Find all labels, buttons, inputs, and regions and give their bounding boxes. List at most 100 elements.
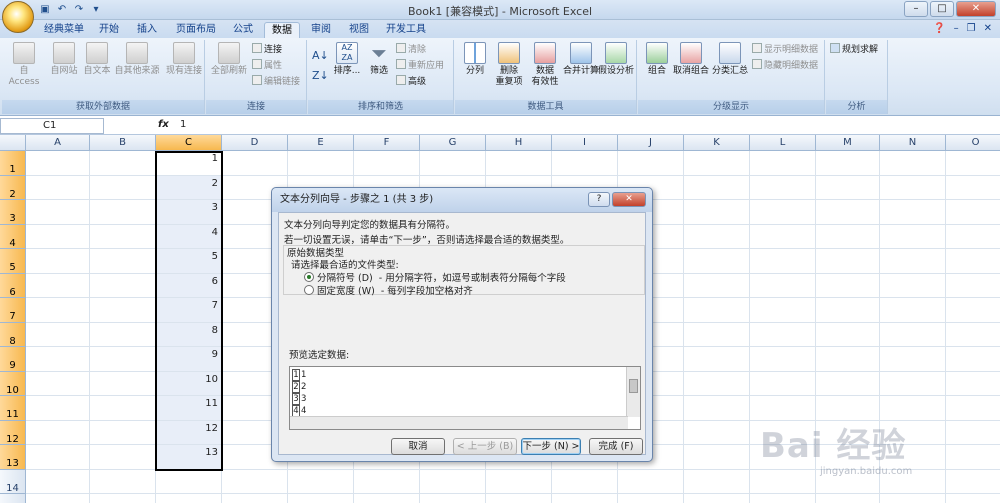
sort-button[interactable]: AZ ZA 排序... [330, 42, 364, 77]
cell-l2[interactable] [750, 175, 816, 200]
tab-classic-menu[interactable]: 经典菜单 [38, 22, 90, 38]
cell-m4[interactable] [816, 224, 880, 249]
cell-l15[interactable] [750, 494, 816, 503]
cell-l7[interactable] [750, 298, 816, 323]
cell-b5[interactable] [90, 249, 156, 274]
column-header-o[interactable]: O [946, 135, 1000, 151]
data-preview[interactable]: 11 22 33 44 [289, 366, 641, 430]
cell-l10[interactable] [750, 371, 816, 396]
sort-asc-icon[interactable]: A↓ [312, 50, 329, 62]
cell-o9[interactable] [946, 347, 1000, 372]
tab-page-layout[interactable]: 页面布局 [168, 22, 224, 38]
cell-m11[interactable] [816, 396, 880, 421]
cell-n15[interactable] [880, 494, 946, 503]
cell-b4[interactable] [90, 224, 156, 249]
cell-k9[interactable] [684, 347, 750, 372]
cell-n10[interactable] [880, 371, 946, 396]
cell-b14[interactable] [90, 469, 156, 494]
cell-c15[interactable] [156, 494, 222, 503]
cell-n5[interactable] [880, 249, 946, 274]
cell-b3[interactable] [90, 200, 156, 225]
cell-o4[interactable] [946, 225, 1000, 249]
cell-d1[interactable] [222, 151, 288, 176]
cell-a4[interactable] [26, 224, 90, 249]
cell-a15[interactable] [26, 494, 90, 503]
cell-b7[interactable] [90, 298, 156, 323]
cell-j14[interactable] [618, 469, 684, 494]
cell-d15[interactable] [222, 494, 288, 503]
properties-button[interactable]: 属性 [252, 59, 282, 71]
cell-d14[interactable] [222, 469, 288, 494]
cell-o14[interactable] [946, 470, 1000, 494]
cell-l11[interactable] [750, 396, 816, 421]
cell-a10[interactable] [26, 371, 90, 396]
column-header-k[interactable]: K [684, 135, 750, 151]
existing-connections-button[interactable]: 现有连接 [164, 42, 204, 77]
row-header-11[interactable]: 11 [0, 396, 26, 421]
cell-k14[interactable] [684, 469, 750, 494]
cell-i15[interactable] [552, 494, 618, 503]
dialog-close-button[interactable]: ✕ [612, 192, 646, 207]
cell-m2[interactable] [816, 175, 880, 200]
cell-k11[interactable] [684, 396, 750, 421]
cell-m10[interactable] [816, 371, 880, 396]
cell-k4[interactable] [684, 224, 750, 249]
from-access-button[interactable]: 自 Access [4, 42, 44, 88]
cell-b11[interactable] [90, 396, 156, 421]
column-header-j[interactable]: J [618, 135, 684, 151]
cell-g1[interactable] [420, 151, 486, 176]
from-other-sources-button[interactable]: 自其他来源 [112, 42, 162, 77]
cell-i1[interactable] [552, 151, 618, 176]
cell-o6[interactable] [946, 274, 1000, 298]
tab-developer[interactable]: 开发工具 [380, 22, 432, 38]
row-header-15[interactable]: 15 [0, 494, 26, 503]
row-header-8[interactable]: 8 [0, 322, 26, 347]
refresh-all-button[interactable]: 全部刷新 [208, 42, 250, 77]
cell-g14[interactable] [420, 469, 486, 494]
cell-m9[interactable] [816, 347, 880, 372]
row-header-4[interactable]: 4 [0, 224, 26, 249]
cell-k1[interactable] [684, 151, 750, 176]
cell-f1[interactable] [354, 151, 420, 176]
cell-a7[interactable] [26, 298, 90, 323]
cell-a3[interactable] [26, 200, 90, 225]
minimize-ribbon-icon[interactable]: – [954, 23, 959, 34]
filter-button[interactable]: ⏷ 筛选 [366, 42, 392, 77]
row-header-1[interactable]: 1 [0, 151, 26, 176]
cell-b6[interactable] [90, 273, 156, 298]
column-header-h[interactable]: H [486, 135, 552, 151]
cancel-button[interactable]: 取消 [391, 438, 445, 455]
row-header-3[interactable]: 3 [0, 200, 26, 225]
cell-l4[interactable] [750, 224, 816, 249]
tab-home[interactable]: 开始 [92, 22, 126, 38]
data-validation-button[interactable]: 数据 有效性 [527, 42, 563, 88]
cell-a12[interactable] [26, 420, 90, 445]
column-header-e[interactable]: E [288, 135, 354, 151]
cell-a2[interactable] [26, 175, 90, 200]
cell-o13[interactable] [946, 445, 1000, 470]
cell-g15[interactable] [420, 494, 486, 503]
cell-o11[interactable] [946, 396, 1000, 421]
from-text-button[interactable]: 自文本 [80, 42, 114, 77]
cell-l5[interactable] [750, 249, 816, 274]
cell-a11[interactable] [26, 396, 90, 421]
cell-k15[interactable] [684, 494, 750, 503]
column-header-d[interactable]: D [222, 135, 288, 151]
cell-n8[interactable] [880, 322, 946, 347]
show-detail-button[interactable]: 显示明细数据 [752, 43, 818, 55]
cell-k12[interactable] [684, 420, 750, 445]
connections-button[interactable]: 连接 [252, 43, 282, 55]
cell-f15[interactable] [354, 494, 420, 503]
minimize-button[interactable]: – [904, 1, 928, 17]
reapply-button[interactable]: 重新应用 [396, 59, 444, 71]
cell-l1[interactable] [750, 151, 816, 176]
dialog-help-button[interactable]: ? [588, 192, 610, 207]
remove-duplicates-button[interactable]: 删除 重复项 [491, 42, 527, 88]
select-all-corner[interactable] [0, 135, 26, 151]
column-header-b[interactable]: B [90, 135, 156, 151]
cell-k10[interactable] [684, 371, 750, 396]
column-header-l[interactable]: L [750, 135, 816, 151]
preview-horizontal-scrollbar[interactable] [290, 416, 628, 429]
cell-l6[interactable] [750, 273, 816, 298]
cell-k13[interactable] [684, 445, 750, 470]
